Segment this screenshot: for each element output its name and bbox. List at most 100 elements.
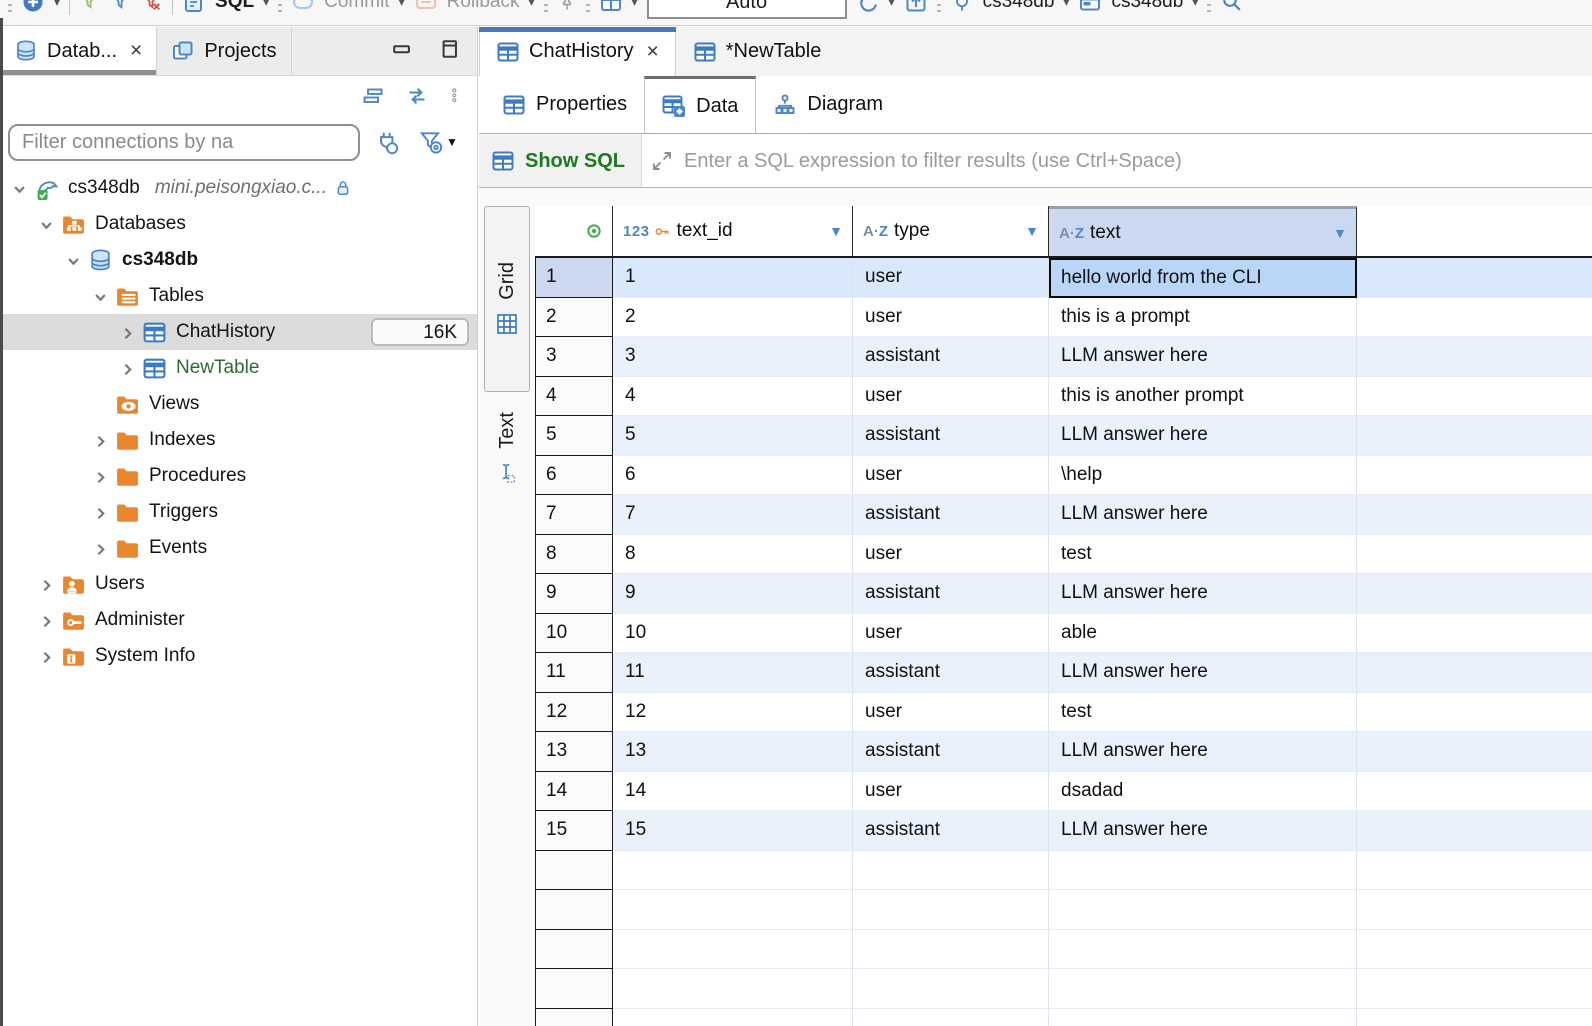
- cell-type[interactable]: user: [853, 535, 1049, 575]
- subtab-data[interactable]: Data: [644, 76, 756, 133]
- connection-filter-input[interactable]: [8, 124, 360, 161]
- box-up-icon[interactable]: [904, 0, 928, 14]
- row-header[interactable]: 11: [535, 652, 613, 693]
- dropdown-caret[interactable]: ▾: [263, 0, 269, 9]
- maximize-icon[interactable]: [439, 38, 461, 60]
- cell-type[interactable]: user: [853, 377, 1049, 417]
- chevron-right-icon[interactable]: [93, 469, 108, 484]
- dropdown-caret[interactable]: ▾: [1192, 0, 1198, 9]
- tree-item-cs348db[interactable]: cs348db: [0, 242, 477, 278]
- cell-type[interactable]: user: [853, 772, 1049, 812]
- commit-icon[interactable]: [291, 0, 315, 14]
- panel-window-icon[interactable]: [599, 0, 623, 14]
- row-header[interactable]: [535, 1008, 613, 1026]
- sql-editor-icon[interactable]: [182, 0, 206, 14]
- tab-newtable[interactable]: *NewTable: [676, 27, 839, 76]
- row-header[interactable]: [535, 889, 613, 930]
- tab-projects[interactable]: Projects: [157, 27, 291, 75]
- column-header-text[interactable]: A·Z text ▼: [1049, 206, 1357, 256]
- cell-text_id[interactable]: 9: [613, 574, 853, 614]
- subtab-diagram[interactable]: Diagram: [756, 76, 900, 133]
- rollback-icon[interactable]: [414, 0, 438, 14]
- cell-text_id[interactable]: 4: [613, 377, 853, 417]
- row-header[interactable]: 9: [535, 573, 613, 614]
- funnel-red-icon[interactable]: [141, 0, 163, 13]
- tree-item-administer[interactable]: Administer: [0, 602, 477, 638]
- plug-filter-icon[interactable]: [374, 129, 400, 155]
- sync-arrows-icon[interactable]: [405, 84, 429, 108]
- column-header-type[interactable]: A·Z type ▼: [853, 206, 1049, 256]
- cell-text_id[interactable]: 10: [613, 614, 853, 654]
- tree-item-triggers[interactable]: Triggers: [0, 494, 477, 530]
- cell-text[interactable]: LLM answer here: [1049, 811, 1357, 851]
- chevron-right-icon[interactable]: [120, 325, 135, 340]
- row-header[interactable]: 13: [535, 731, 613, 772]
- sql-filter-input[interactable]: [684, 135, 1592, 187]
- row-header[interactable]: 5: [535, 415, 613, 456]
- refresh-icon[interactable]: [856, 0, 880, 14]
- sql-editor-label[interactable]: SQL: [215, 0, 254, 13]
- cell-type[interactable]: assistant: [853, 574, 1049, 614]
- cell-text[interactable]: LLM answer here: [1049, 337, 1357, 377]
- cell-text_id[interactable]: 11: [613, 653, 853, 693]
- dropdown-caret[interactable]: ▼: [446, 135, 458, 149]
- tree-item-procedures[interactable]: Procedures: [0, 458, 477, 494]
- cell-text[interactable]: this is another prompt: [1049, 377, 1357, 417]
- chevron-right-icon[interactable]: [93, 505, 108, 520]
- cell-type[interactable]: user: [853, 693, 1049, 733]
- close-icon[interactable]: ×: [646, 40, 658, 64]
- funnel-green-icon[interactable]: [79, 0, 101, 13]
- cell-type[interactable]: assistant: [853, 732, 1049, 772]
- subtab-properties[interactable]: Properties: [485, 76, 644, 133]
- row-header[interactable]: [535, 968, 613, 1009]
- cell-type[interactable]: user: [853, 258, 1049, 298]
- magnifier-icon[interactable]: [1220, 0, 1244, 14]
- expand-arrows-icon[interactable]: [650, 149, 674, 173]
- row-header[interactable]: 12: [535, 692, 613, 733]
- chevron-down-icon[interactable]: [93, 289, 108, 304]
- row-header[interactable]: 2: [535, 297, 613, 338]
- tree-item-cs348db[interactable]: cs348dbmini.peisongxiao.c...: [0, 170, 477, 206]
- cell-text[interactable]: LLM answer here: [1049, 653, 1357, 693]
- commit-label[interactable]: Commit: [324, 0, 389, 13]
- dots-grip-icon[interactable]: [449, 88, 465, 104]
- row-header[interactable]: 7: [535, 494, 613, 535]
- cell-text_id[interactable]: 6: [613, 456, 853, 496]
- tab-database-navigator[interactable]: Datab... ×: [0, 27, 157, 75]
- row-header[interactable]: 14: [535, 771, 613, 812]
- cell-type[interactable]: assistant: [853, 811, 1049, 851]
- row-header[interactable]: 1: [535, 257, 613, 298]
- pin-icon[interactable]: [557, 0, 577, 12]
- cell-text[interactable]: LLM answer here: [1049, 574, 1357, 614]
- cell-text[interactable]: LLM answer here: [1049, 495, 1357, 535]
- row-header[interactable]: 15: [535, 810, 613, 851]
- cell-type[interactable]: assistant: [853, 416, 1049, 456]
- cell-text[interactable]: hello world from the CLI: [1049, 258, 1357, 298]
- show-sql-button[interactable]: Show SQL: [479, 135, 642, 187]
- column-dropdown-icon[interactable]: ▼: [821, 223, 843, 239]
- cell-text_id[interactable]: 12: [613, 693, 853, 733]
- collapse-all-icon[interactable]: [361, 84, 385, 108]
- tree-item-events[interactable]: Events: [0, 530, 477, 566]
- active-connection-label[interactable]: cs348db: [983, 0, 1055, 13]
- cell-text[interactable]: dsadad: [1049, 772, 1357, 812]
- cell-text_id[interactable]: 13: [613, 732, 853, 772]
- chevron-right-icon[interactable]: [93, 541, 108, 556]
- chevron-right-icon[interactable]: [39, 577, 54, 592]
- row-header[interactable]: 4: [535, 376, 613, 417]
- cell-text_id[interactable]: 15: [613, 811, 853, 851]
- transaction-mode-combo[interactable]: Auto: [647, 0, 847, 19]
- cell-type[interactable]: user: [853, 456, 1049, 496]
- row-header[interactable]: 10: [535, 613, 613, 654]
- chevron-down-icon[interactable]: [39, 217, 54, 232]
- cell-text[interactable]: able: [1049, 614, 1357, 654]
- tree-item-databases[interactable]: Databases: [0, 206, 477, 242]
- cell-type[interactable]: assistant: [853, 337, 1049, 377]
- chevron-down-icon[interactable]: [12, 181, 27, 196]
- cell-text[interactable]: \help: [1049, 456, 1357, 496]
- tree-item-newtable[interactable]: NewTable: [0, 350, 477, 386]
- dropdown-caret[interactable]: ▾: [889, 0, 895, 9]
- cell-text_id[interactable]: 3: [613, 337, 853, 377]
- cell-type[interactable]: assistant: [853, 653, 1049, 693]
- dropdown-caret[interactable]: ▾: [54, 0, 60, 9]
